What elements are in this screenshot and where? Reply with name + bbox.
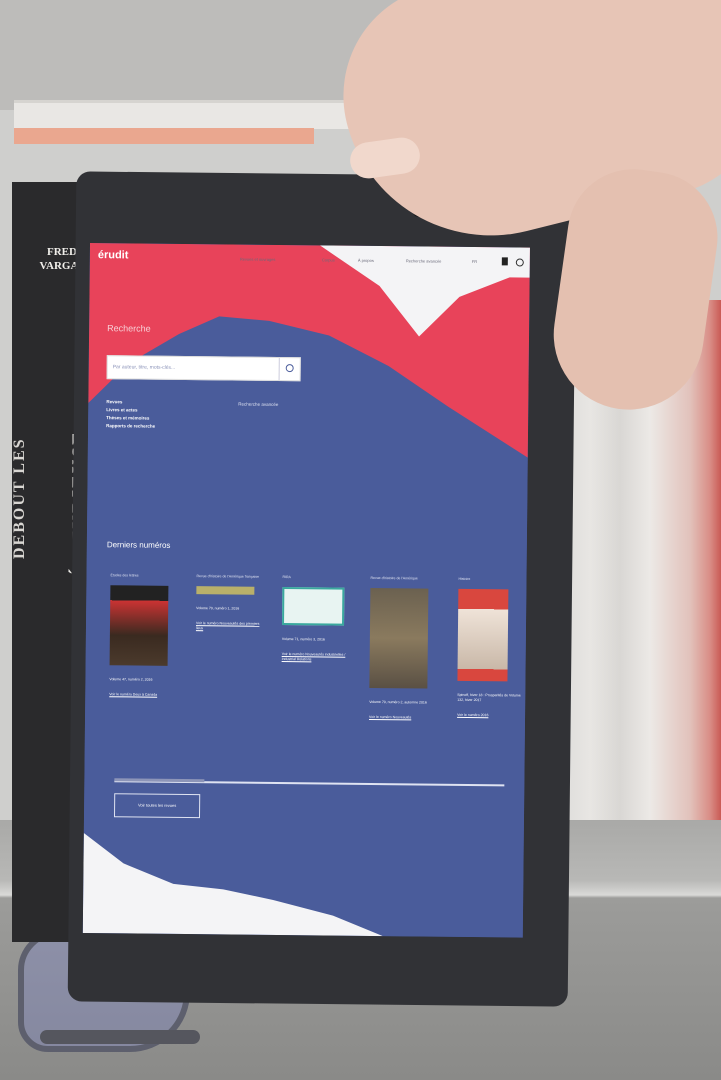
- page-title: Recherche: [107, 323, 151, 334]
- nav-revues[interactable]: Revues et ouvrages: [240, 257, 276, 262]
- issue-link[interactable]: Voir le numéro 2016: [457, 713, 523, 719]
- search-filters: Revues Livres et actes Thèses et mémoire…: [106, 399, 155, 432]
- issue-number: Volume 70, numéro 1, 2016: [196, 606, 240, 611]
- book-stack-red: [14, 128, 314, 144]
- nav-advanced[interactable]: Recherche avancée: [406, 258, 442, 263]
- issue-card[interactable]: Études des lettres Volume 47, numéro 2, …: [109, 573, 176, 698]
- nav-apropos[interactable]: À propos: [358, 258, 374, 263]
- bookmark-icon[interactable]: [501, 257, 508, 266]
- all-journals-button[interactable]: Voir toutes les revues: [113, 793, 201, 819]
- photo-scene: FRED VARGAS DEBOUT LES L'ARMÉE FURIEUSE …: [0, 0, 721, 1080]
- issue-number: Volume 47, numéro 2, 2016: [109, 677, 153, 682]
- issue-number: Volume 70, numéro 2, automne 2016: [369, 699, 427, 705]
- issue-journal: Revue d'histoire de l'Amérique: [370, 575, 418, 581]
- advanced-search-link[interactable]: Recherche avancée: [238, 402, 278, 407]
- issue-cover: [457, 588, 509, 682]
- search-button[interactable]: [278, 357, 300, 381]
- issue-link[interactable]: Voir le numéro Nouveautés: [369, 715, 435, 721]
- issue-journal: Revue d'histoire de l'Amérique française: [196, 574, 259, 579]
- issue-card[interactable]: Revue d'histoire de l'Amérique Volume 70…: [369, 576, 437, 721]
- other-book-title: DEBOUT LES: [11, 437, 28, 559]
- site-header: érudit Revues et ouvrages Corpus À propo…: [90, 243, 530, 274]
- issue-cover: [109, 585, 169, 666]
- search-icon[interactable]: [515, 258, 524, 267]
- nav-language[interactable]: FR: [472, 259, 477, 264]
- issue-card[interactable]: Histoire Spinoff, hiver 18 : Prosperités…: [457, 577, 524, 719]
- issue-card[interactable]: Revue d'histoire de l'Amérique française…: [196, 574, 263, 632]
- issue-number: Spinoff, hiver 18 : Prosperités de Volum…: [457, 692, 521, 703]
- issue-cover: [282, 587, 345, 626]
- issue-card[interactable]: RIRA Volume 71, numéro 3, 2016 Voir le n…: [282, 575, 349, 663]
- issue-cover: [196, 586, 255, 595]
- tablet-screen: érudit Revues et ouvrages Corpus À propo…: [82, 243, 530, 938]
- issue-number: Volume 71, numéro 3, 2016: [281, 637, 325, 642]
- issue-link[interactable]: Voir le numéro Deux à Canada: [109, 692, 175, 698]
- search-placeholder: Par auteur, titre, mots-clés...: [112, 364, 176, 371]
- issue-journal: Études des lettres: [110, 573, 139, 578]
- nav-corpus[interactable]: Corpus: [322, 257, 335, 262]
- issue-journal: RIRA: [282, 575, 291, 580]
- erudit-logo[interactable]: érudit: [98, 249, 129, 261]
- latest-issues-heading: Derniers numéros: [106, 540, 171, 550]
- search-input[interactable]: Par auteur, titre, mots-clés...: [106, 355, 301, 382]
- issue-link[interactable]: Voir le numéro Nouveautés industrielles …: [282, 652, 348, 663]
- issue-journal: Histoire: [458, 576, 471, 582]
- issue-link[interactable]: Voir le numéro Nouveautés des premiers l…: [196, 621, 262, 632]
- filter-rapports[interactable]: Rapports de recherche: [106, 423, 155, 432]
- issue-cover: [369, 587, 429, 689]
- search-icon: [285, 364, 294, 373]
- glasses-arm: [40, 1030, 200, 1044]
